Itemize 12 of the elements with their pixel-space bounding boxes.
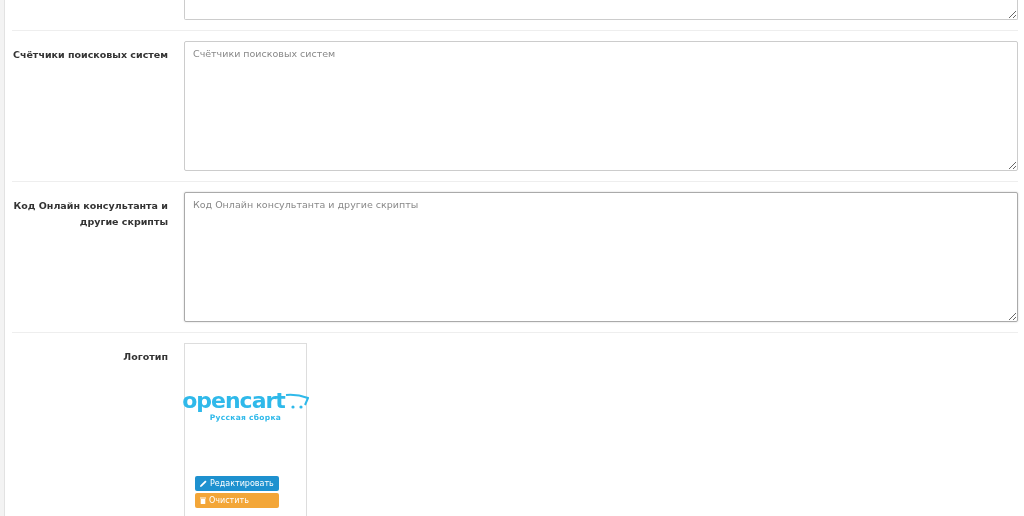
text-area[interactable] [184,0,1018,20]
text-area[interactable]: Счётчики поисковых систем [184,41,1018,171]
clear-button[interactable]: Очистить [195,493,279,508]
trash-icon [200,497,206,504]
field-label: Счётчики поисковых систем [12,48,168,62]
cart-icon [284,393,309,409]
logo-text: opencart [182,390,285,412]
field-label: Логотип [122,350,168,364]
text-area[interactable]: Код Онлайн консультанта и другие скрипты [184,192,1018,322]
edit-button[interactable]: Редактировать [195,476,279,491]
pencil-icon [200,480,207,487]
field-label: Код Онлайн консультанта и другие скрипты [12,199,168,229]
